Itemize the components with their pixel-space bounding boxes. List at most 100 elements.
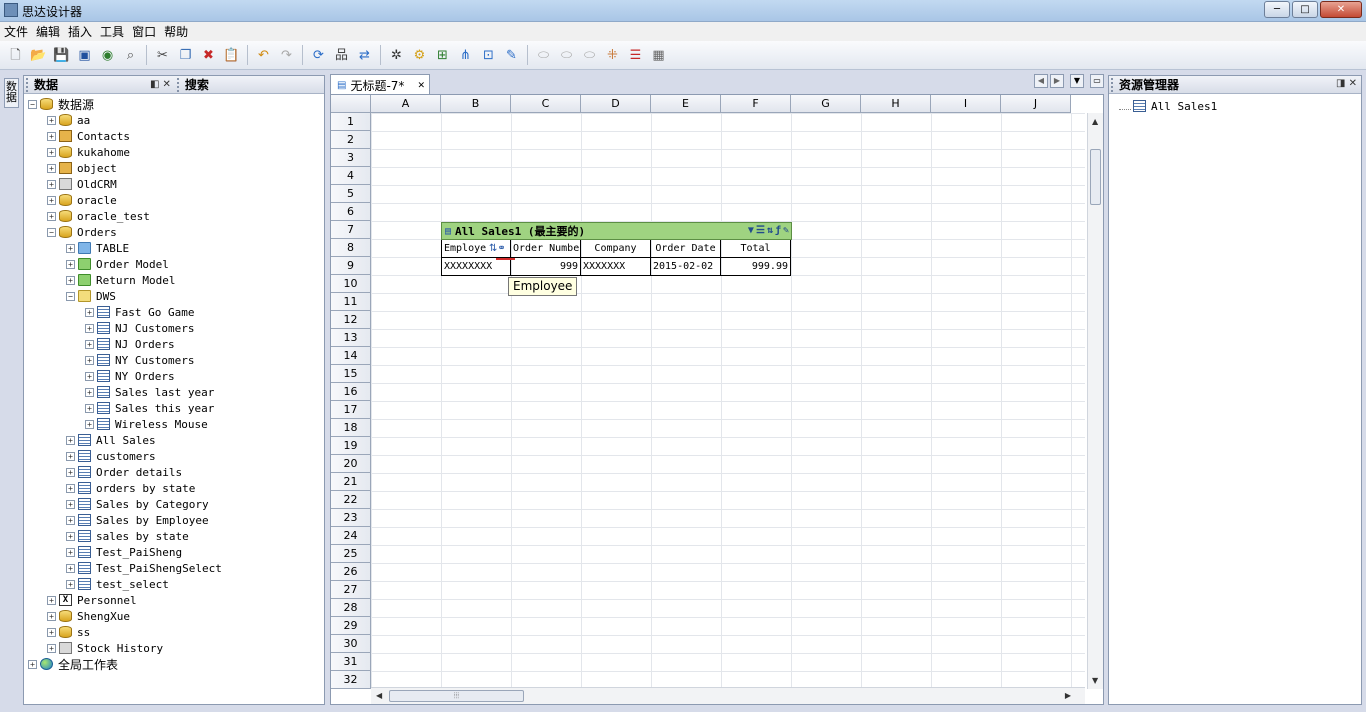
expand-icon[interactable]: + <box>47 147 56 157</box>
tool-f-icon[interactable]: ✎ <box>502 46 521 65</box>
expand-icon[interactable]: + <box>47 211 56 221</box>
delete-icon[interactable]: ✖ <box>199 46 218 65</box>
scroll-right-icon[interactable]: ▶ <box>1065 691 1071 700</box>
tree-item[interactable]: + NY Customers <box>28 352 324 368</box>
column-header[interactable]: F <box>721 95 791 113</box>
collapse-icon[interactable]: − <box>47 227 56 237</box>
row-header[interactable]: 32 <box>331 671 371 689</box>
function-icon[interactable]: ƒ <box>775 225 781 236</box>
expand-icon[interactable]: + <box>66 275 75 285</box>
row-header[interactable]: 30 <box>331 635 371 653</box>
column-header[interactable]: I <box>931 95 1001 113</box>
cell-order-date[interactable]: 2015-02-02 <box>651 258 721 276</box>
expand-icon[interactable]: + <box>66 499 75 509</box>
expand-icon[interactable]: + <box>47 643 56 653</box>
expand-icon[interactable]: + <box>66 243 75 253</box>
tree-item[interactable]: + oracle <box>28 192 324 208</box>
tree-item[interactable]: + OldCRM <box>28 176 324 192</box>
row-header[interactable]: 31 <box>331 653 371 671</box>
expand-icon[interactable]: + <box>85 371 94 381</box>
expand-icon[interactable]: + <box>85 403 94 413</box>
scroll-up-icon[interactable]: ▲ <box>1092 117 1098 126</box>
tree-item[interactable]: − 数据源 <box>28 96 324 112</box>
vertical-scrollbar[interactable]: ▲ ▼ <box>1087 113 1103 689</box>
tree-item[interactable]: + All Sales <box>28 432 324 448</box>
tree-item[interactable]: + Test_PaiShengSelect <box>28 560 324 576</box>
preview-icon[interactable]: ◉ <box>98 46 117 65</box>
scroll-left-icon[interactable]: ◀ <box>376 691 382 700</box>
row-header[interactable]: 12 <box>331 311 371 329</box>
tab-search[interactable]: 搜索 <box>185 76 209 93</box>
row-header[interactable]: 17 <box>331 401 371 419</box>
row-header[interactable]: 25 <box>331 545 371 563</box>
cut-icon[interactable]: ✂ <box>153 46 172 65</box>
column-header[interactable]: E <box>651 95 721 113</box>
filter-icon[interactable]: ▼ <box>748 225 754 236</box>
row-header[interactable]: 22 <box>331 491 371 509</box>
column-header[interactable]: G <box>791 95 861 113</box>
row-header[interactable]: 11 <box>331 293 371 311</box>
tree-item[interactable]: + TABLE <box>28 240 324 256</box>
minimize-button[interactable]: ─ <box>1264 1 1290 18</box>
columns-icon[interactable]: ☰ <box>756 225 765 236</box>
expand-icon[interactable]: + <box>85 355 94 365</box>
tree-item[interactable]: + NJ Orders <box>28 336 324 352</box>
header-cell-total[interactable]: Total <box>721 240 791 258</box>
cell-company[interactable]: XXXXXXX <box>581 258 651 276</box>
row-header[interactable]: 15 <box>331 365 371 383</box>
row-header[interactable]: 20 <box>331 455 371 473</box>
datasource-icon[interactable]: 品 <box>332 46 351 65</box>
tree-item[interactable]: + orders by state <box>28 480 324 496</box>
tool-e-icon[interactable]: ⊡ <box>479 46 498 65</box>
row-header[interactable]: 9 <box>331 257 371 275</box>
expand-icon[interactable]: + <box>47 163 56 173</box>
row-header[interactable]: 6 <box>331 203 371 221</box>
row-header[interactable]: 14 <box>331 347 371 365</box>
scroll-down-icon[interactable]: ▼ <box>1092 676 1098 685</box>
tool-a-icon[interactable]: ✲ <box>387 46 406 65</box>
tree-item[interactable]: + Sales by Category <box>28 496 324 512</box>
header-cell-order-number[interactable]: Order Number <box>511 240 581 258</box>
row-header[interactable]: 29 <box>331 617 371 635</box>
expand-icon[interactable]: + <box>66 579 75 589</box>
tree-item[interactable]: + aa <box>28 112 324 128</box>
tree-item[interactable]: + object <box>28 160 324 176</box>
tree-item[interactable]: + Sales this year <box>28 400 324 416</box>
menu-help[interactable]: 帮助 <box>160 22 192 41</box>
cell-total[interactable]: 999.99 <box>721 258 791 276</box>
column-header[interactable]: B <box>441 95 511 113</box>
row-header[interactable]: 5 <box>331 185 371 203</box>
expand-icon[interactable]: + <box>47 131 56 141</box>
reload-icon[interactable]: ⇄ <box>355 46 374 65</box>
expand-icon[interactable]: + <box>28 659 37 669</box>
redo-icon[interactable]: ↷ <box>277 46 296 65</box>
expand-icon[interactable]: + <box>85 387 94 397</box>
row-header[interactable]: 1 <box>331 113 371 131</box>
row-header[interactable]: 10 <box>331 275 371 293</box>
corner-cell[interactable] <box>331 95 371 113</box>
row-header[interactable]: 2 <box>331 131 371 149</box>
tree-item[interactable]: + Sales last year <box>28 384 324 400</box>
tree-item[interactable]: + Stock History <box>28 640 324 656</box>
column-sort-icon[interactable]: ⇅⚭ <box>489 243 506 254</box>
expand-icon[interactable]: + <box>85 419 94 429</box>
row-header[interactable]: 18 <box>331 419 371 437</box>
tree-item[interactable]: + Test_PaiSheng <box>28 544 324 560</box>
tree-item[interactable]: − Orders <box>28 224 324 240</box>
row-header[interactable]: 16 <box>331 383 371 401</box>
expand-icon[interactable]: + <box>47 627 56 637</box>
expand-icon[interactable]: + <box>85 307 94 317</box>
tab-data[interactable]: 数据 <box>34 76 144 93</box>
tool-b-icon[interactable]: ⚙ <box>410 46 429 65</box>
tab-window-icon[interactable]: ▭ <box>1090 74 1104 88</box>
expand-icon[interactable]: + <box>85 323 94 333</box>
tree-item[interactable]: + Return Model <box>28 272 324 288</box>
collapse-icon[interactable]: − <box>28 99 37 109</box>
menu-file[interactable]: 文件 <box>0 22 32 41</box>
sort-icon[interactable]: ⇅ <box>767 225 773 236</box>
column-header[interactable]: J <box>1001 95 1071 113</box>
new-icon[interactable]: 🗋 <box>6 46 25 65</box>
save-all-icon[interactable]: ▣ <box>75 46 94 65</box>
cell-employee[interactable]: XXXXXXXX <box>441 258 511 276</box>
expand-icon[interactable]: + <box>47 595 56 605</box>
